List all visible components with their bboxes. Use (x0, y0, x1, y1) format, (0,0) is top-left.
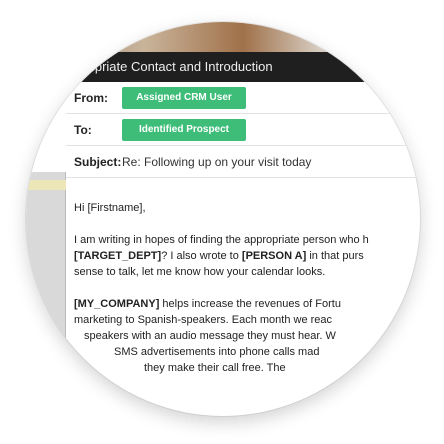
p1-line3: sense to talk, let me know how your cale… (74, 266, 326, 278)
p1-text: ? I also wrote to (161, 250, 242, 262)
greeting: Hi [Firstname], (74, 202, 146, 214)
person-a: [PERSON A] (241, 250, 307, 262)
background-window (26, 172, 66, 342)
p2-line3: speakers with an audio message they must… (84, 330, 336, 342)
paragraph-2: [MY_COMPANY] helps increase the revenues… (74, 296, 420, 376)
to-row: To: Identified Prospect (66, 114, 420, 146)
from-label: From: (74, 90, 108, 105)
p1-text2: in that purs (306, 250, 364, 262)
target-dept: [TARGET_DEPT] (74, 250, 162, 262)
p1-line1: I am writing in hopes of finding the app… (74, 234, 369, 246)
subject-row: Subject: Re: Following up on your visit … (66, 146, 420, 178)
p2-text: helps increase the revenues of Fortu (159, 298, 341, 310)
p2-line2: marketing to Spanish-speakers. Each mont… (74, 314, 333, 326)
subject-value[interactable]: Re: Following up on your visit today (122, 155, 311, 169)
p2-line4: SMS advertisements into phone calls mad (114, 346, 320, 358)
my-company: [MY_COMPANY] (74, 298, 160, 310)
email-body[interactable]: Hi [Firstname], I am writing in hopes of… (74, 200, 420, 392)
email-title-bar: ...priate Contact and Introduction (26, 52, 420, 82)
to-tag[interactable]: Identified Prospect (122, 118, 246, 141)
from-row: From: Assigned CRM User (66, 82, 420, 114)
header-image (26, 22, 420, 54)
subject-label: Subject: (74, 154, 122, 169)
paragraph-1: I am writing in hopes of finding the app… (74, 232, 420, 280)
to-label: To: (74, 122, 92, 137)
magnifier-lens: ...priate Contact and Introduction From:… (26, 22, 420, 416)
p2-line5: they make their call free. The (144, 362, 286, 374)
from-tag[interactable]: Assigned CRM User (122, 86, 246, 109)
